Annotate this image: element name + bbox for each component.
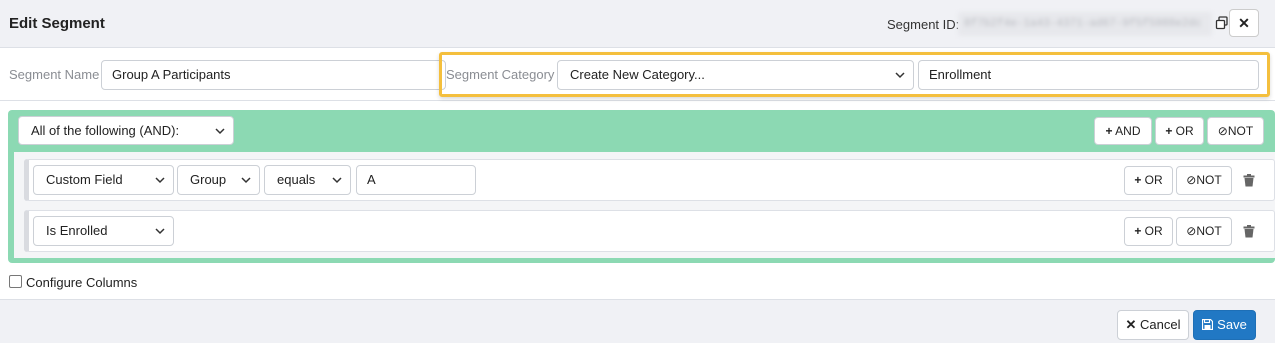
segment-name-label: Segment Name: [9, 67, 100, 82]
modal-title: Edit Segment: [9, 15, 105, 32]
new-category-input[interactable]: Enrollment: [918, 60, 1259, 90]
chevron-down-icon: [155, 228, 165, 235]
copy-icon[interactable]: [1215, 16, 1229, 30]
rule-operator-selected: equals: [277, 172, 316, 187]
save-button[interactable]: Save: [1193, 310, 1256, 340]
not-icon: ⊘: [1186, 224, 1197, 238]
chevron-down-icon: [241, 177, 251, 184]
rule-or-button[interactable]: + OR: [1124, 217, 1173, 246]
rule-field-type-selected: Is Enrolled: [46, 223, 108, 238]
chevron-down-icon: [895, 72, 905, 79]
modal-footer: [0, 299, 1275, 343]
add-or-button[interactable]: + OR: [1155, 117, 1204, 145]
group-operator-selected: All of the following (AND):: [31, 123, 180, 138]
segment-category-label: Segment Category: [446, 67, 555, 82]
add-or-label: OR: [1175, 124, 1194, 138]
segment-category-selected: Create New Category...: [570, 67, 705, 82]
not-icon: ⊘: [1217, 124, 1228, 138]
rule-not-label: NOT: [1196, 224, 1222, 238]
group-operator-select[interactable]: All of the following (AND):: [18, 116, 234, 145]
segment-name-input[interactable]: Group A Participants: [101, 60, 446, 90]
rule-not-button[interactable]: ⊘NOT: [1176, 217, 1232, 246]
rule-not-button[interactable]: ⊘NOT: [1176, 166, 1232, 195]
segment-id-label: Segment ID:: [887, 17, 960, 32]
rule-field-type-select[interactable]: Custom Field: [33, 165, 174, 195]
plus-icon: +: [1134, 173, 1142, 187]
close-button[interactable]: ✕: [1229, 9, 1259, 37]
save-icon: [1202, 318, 1214, 331]
rule-row: [24, 210, 1275, 252]
segment-category-select[interactable]: Create New Category...: [557, 60, 914, 90]
rule-field-type-select[interactable]: Is Enrolled: [33, 216, 174, 246]
close-icon: ✕: [1125, 317, 1137, 332]
rule-operator-select[interactable]: equals: [264, 165, 351, 195]
plus-icon: +: [1105, 124, 1113, 138]
trash-icon[interactable]: [1243, 174, 1255, 187]
not-label: NOT: [1227, 124, 1254, 138]
cancel-label: Cancel: [1140, 317, 1181, 332]
close-icon: ✕: [1238, 15, 1250, 31]
trash-icon[interactable]: [1243, 225, 1255, 238]
add-and-button[interactable]: + AND: [1094, 117, 1152, 145]
add-and-label: AND: [1115, 124, 1141, 138]
cancel-button[interactable]: ✕ Cancel: [1117, 310, 1189, 340]
rule-value-input[interactable]: A: [356, 165, 476, 195]
rule-or-label: OR: [1144, 224, 1163, 238]
chevron-down-icon: [215, 128, 225, 135]
rule-not-label: NOT: [1196, 173, 1222, 187]
configure-columns-checkbox[interactable]: [9, 275, 22, 288]
segment-id-value: 8f7b2f4e-1a43-4371-ad67-9f5f5988e2dc: [958, 12, 1212, 36]
save-label: Save: [1217, 317, 1247, 332]
plus-icon: +: [1165, 124, 1173, 138]
rule-field-type-selected: Custom Field: [46, 172, 123, 187]
rule-or-label: OR: [1144, 173, 1163, 187]
rule-field-selected: Group: [190, 172, 227, 187]
plus-icon: +: [1134, 224, 1142, 238]
configure-columns-label: Configure Columns: [26, 275, 138, 290]
not-icon: ⊘: [1186, 173, 1197, 187]
rule-or-button[interactable]: + OR: [1124, 166, 1173, 195]
rule-field-select[interactable]: Group: [177, 165, 260, 195]
chevron-down-icon: [155, 177, 165, 184]
not-button[interactable]: ⊘NOT: [1207, 117, 1264, 145]
chevron-down-icon: [332, 177, 342, 184]
